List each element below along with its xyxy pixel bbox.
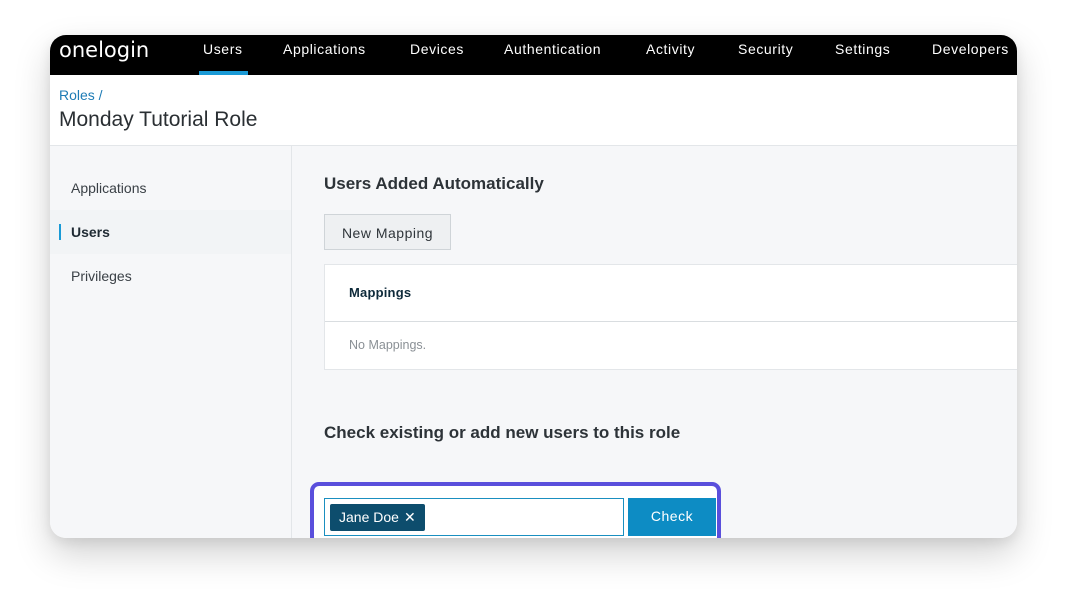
sidebar-item-privileges[interactable]: Privileges: [50, 254, 291, 298]
check-button[interactable]: Check: [628, 498, 716, 536]
new-mapping-button[interactable]: New Mapping: [324, 214, 451, 250]
sidebar-item-label: Users: [71, 224, 110, 240]
selected-user-chip: Jane Doe ✕: [330, 504, 425, 531]
nav-applications[interactable]: Applications: [283, 35, 366, 75]
breadcrumb-roles[interactable]: Roles /: [59, 87, 103, 103]
mappings-column-header: Mappings: [349, 285, 412, 300]
onelogin-logo[interactable]: onelogin: [59, 38, 149, 62]
main-content: Users Added Automatically New Mapping Ma…: [292, 146, 1017, 538]
users-added-automatically-title: Users Added Automatically: [324, 174, 544, 193]
nav-activity[interactable]: Activity: [646, 35, 695, 75]
sidebar-item-label: Privileges: [71, 268, 132, 284]
sidebar-item-label: Applications: [71, 180, 147, 196]
app-window: onelogin Users Applications Devices Auth…: [50, 35, 1017, 538]
chip-label: Jane Doe: [339, 509, 399, 525]
sidebar-item-applications[interactable]: Applications: [50, 166, 291, 210]
nav-authentication[interactable]: Authentication: [504, 35, 601, 75]
page-title: Monday Tutorial Role: [59, 108, 258, 131]
close-icon[interactable]: ✕: [404, 504, 416, 531]
nav-devices[interactable]: Devices: [410, 35, 464, 75]
nav-security[interactable]: Security: [738, 35, 793, 75]
sidebar-item-users[interactable]: Users: [50, 210, 291, 254]
divider: [325, 321, 1017, 322]
user-search-input[interactable]: Jane Doe ✕: [324, 498, 624, 536]
sidebar: Applications Users Privileges: [50, 146, 292, 538]
nav-settings[interactable]: Settings: [835, 35, 890, 75]
check-users-title: Check existing or add new users to this …: [324, 423, 681, 442]
top-navigation: onelogin Users Applications Devices Auth…: [50, 35, 1017, 75]
nav-developers[interactable]: Developers: [932, 35, 1009, 75]
mappings-table: Mappings No Mappings.: [324, 264, 1017, 370]
page-header: Roles / Monday Tutorial Role: [50, 75, 1017, 146]
mappings-empty-text: No Mappings.: [349, 338, 427, 352]
nav-users[interactable]: Users: [199, 35, 248, 75]
